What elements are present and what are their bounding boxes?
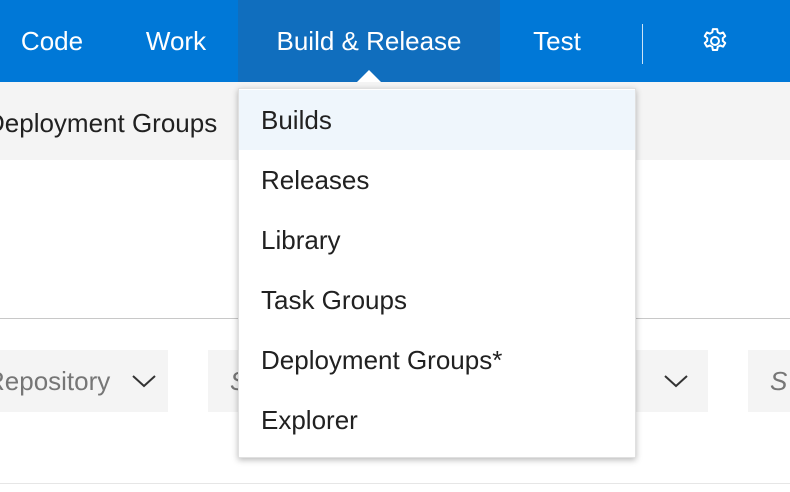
filter-dropdown-3[interactable]: S bbox=[748, 350, 790, 412]
top-navigation-bar: Code Work Build & Release Test bbox=[0, 0, 790, 82]
menu-item-task-groups[interactable]: Task Groups bbox=[239, 270, 635, 330]
gear-icon bbox=[703, 28, 727, 51]
menu-item-releases[interactable]: Releases bbox=[239, 150, 635, 210]
subnav-item-deployment-groups[interactable]: Deployment Groups bbox=[0, 82, 217, 164]
build-release-dropdown-menu: Builds Releases Library Task Groups Depl… bbox=[238, 88, 636, 458]
menu-item-library[interactable]: Library bbox=[239, 210, 635, 270]
nav-divider bbox=[642, 24, 643, 64]
nav-tab-code[interactable]: Code bbox=[0, 0, 104, 82]
repository-filter-text: Repository bbox=[0, 365, 111, 396]
chevron-down-icon bbox=[131, 350, 157, 412]
nav-tab-work[interactable]: Work bbox=[116, 0, 236, 82]
nav-tab-test[interactable]: Test bbox=[500, 0, 614, 82]
menu-item-explorer[interactable]: Explorer bbox=[239, 390, 635, 450]
filter-3-text: S bbox=[770, 365, 788, 396]
menu-caret bbox=[357, 70, 381, 82]
divider bbox=[0, 483, 790, 484]
menu-item-deployment-groups[interactable]: Deployment Groups* bbox=[239, 330, 635, 390]
menu-item-builds[interactable]: Builds bbox=[239, 90, 635, 150]
chevron-down-icon bbox=[663, 350, 689, 412]
repository-filter-dropdown[interactable]: Repository bbox=[0, 350, 168, 412]
settings-button[interactable] bbox=[694, 20, 736, 62]
